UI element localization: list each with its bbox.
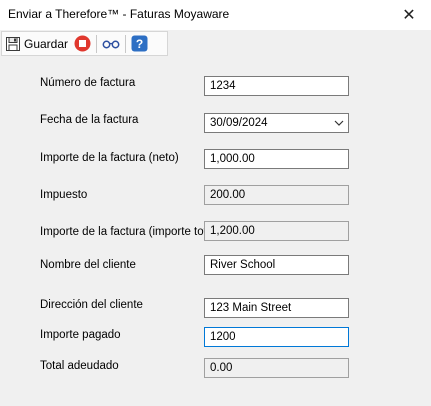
stop-icon: [74, 35, 91, 52]
close-button[interactable]: ✕: [387, 0, 431, 30]
help-button[interactable]: ?: [128, 33, 151, 55]
customer-name-label: Nombre del cliente: [40, 259, 136, 271]
chevron-down-icon[interactable]: [334, 114, 344, 139]
stop-button[interactable]: [71, 33, 94, 55]
customer-name-input[interactable]: [204, 255, 349, 275]
invoice-date-picker[interactable]: 30/09/2024: [204, 113, 349, 133]
amount-paid-input[interactable]: [204, 327, 349, 347]
total-amount-label: Importe de la factura (importe total): [40, 226, 220, 238]
invoice-date-label: Fecha de la factura: [40, 114, 139, 126]
glasses-icon: [102, 40, 120, 48]
save-icon: [6, 36, 20, 51]
tax-label: Impuesto: [40, 189, 88, 201]
save-button-label: Guardar: [24, 36, 69, 51]
amount-paid-label: Importe pagado: [40, 329, 121, 341]
title-bar: Enviar a Therefore™ - Faturas Moyaware ✕: [0, 0, 431, 30]
invoice-number-label: Número de factura: [40, 77, 136, 89]
total-due-label: Total adeudado: [40, 360, 119, 372]
customer-address-label: Dirección del cliente: [40, 299, 143, 311]
total-amount-value: 1,200.00: [204, 221, 349, 241]
customer-address-input[interactable]: [204, 298, 349, 318]
net-amount-input[interactable]: [204, 149, 349, 169]
toolbar-separator: [96, 34, 98, 53]
toolbar: Guardar ?: [1, 31, 168, 56]
invoice-date-value: 30/09/2024: [210, 117, 268, 129]
form-area: Número de factura Fecha de la factura 30…: [0, 56, 431, 406]
net-amount-label: Importe de la factura (neto): [40, 152, 179, 164]
svg-text:?: ?: [136, 37, 143, 51]
total-due-value: 0.00: [204, 358, 349, 378]
close-icon: ✕: [402, 7, 416, 24]
save-button[interactable]: Guardar: [2, 33, 71, 55]
toolbar-separator: [125, 34, 127, 53]
tax-value: 200.00: [204, 185, 349, 205]
help-icon: ?: [131, 35, 148, 52]
invoice-number-input[interactable]: [204, 76, 349, 96]
window-title: Enviar a Therefore™ - Faturas Moyaware: [8, 7, 230, 21]
view-button[interactable]: [99, 33, 123, 55]
